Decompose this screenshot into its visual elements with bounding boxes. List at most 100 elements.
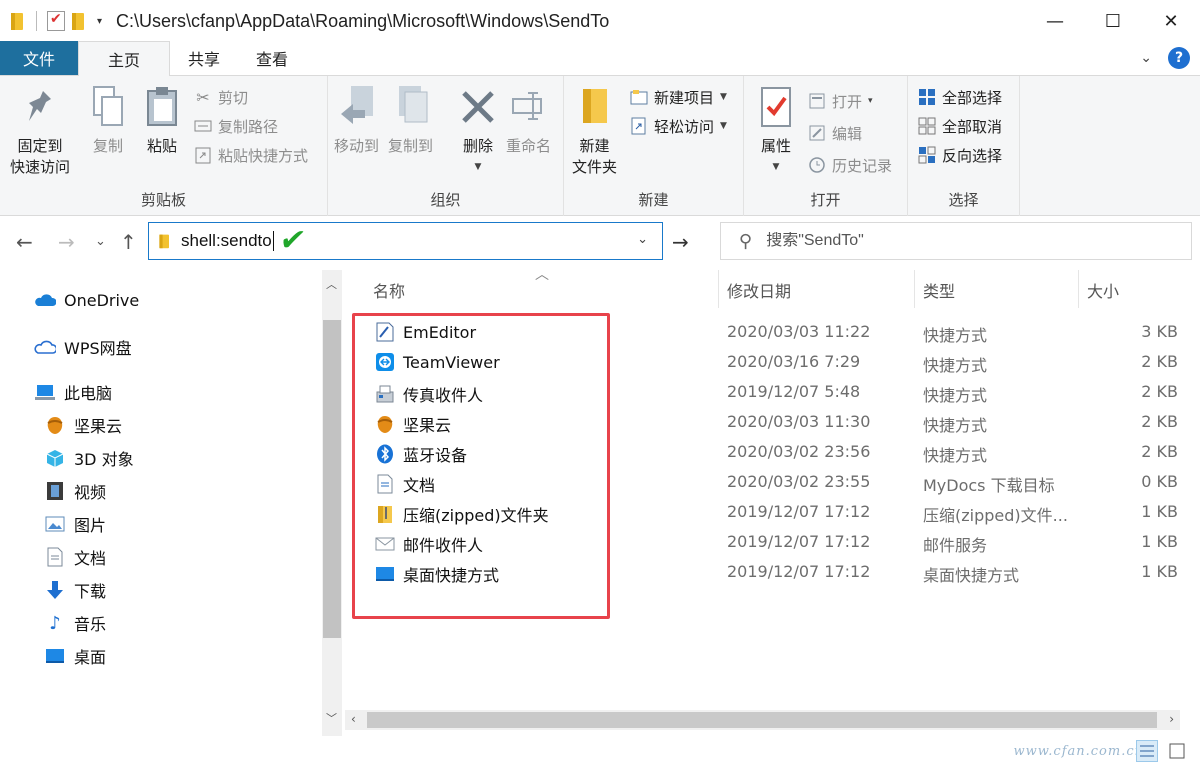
scroll-down-arrow-icon[interactable]: ﹀ <box>326 710 337 726</box>
navigation-bar: ← → ⌄ ↑ shell:sendto ✔ ⌄ → ⚲ <box>0 216 1200 270</box>
column-divider[interactable] <box>718 270 719 308</box>
cut-button[interactable]: ✂ 剪切 <box>194 84 248 110</box>
go-arrow-icon[interactable]: → <box>672 230 689 254</box>
open-icon <box>808 92 826 110</box>
folder-icon <box>159 233 172 249</box>
nav-item-documents[interactable]: 文档 <box>44 545 106 569</box>
copy-icon <box>88 82 128 132</box>
file-list-horizontal-scrollbar[interactable]: ‹ › <box>345 710 1180 730</box>
select-all-button[interactable]: 全部选择 <box>918 84 1002 110</box>
open-button[interactable]: 打开 ▾ <box>808 88 873 114</box>
new-group-label: 新建 <box>638 191 669 209</box>
nut-icon <box>44 415 66 435</box>
delete-x-icon <box>458 82 498 132</box>
search-box[interactable]: ⚲ <box>720 222 1192 260</box>
large-icons-view-button[interactable] <box>1166 740 1188 762</box>
recent-locations-chevron-down-icon[interactable]: ⌄ <box>95 234 106 249</box>
picture-icon <box>44 514 66 534</box>
maximize-button[interactable]: ☐ <box>1084 0 1142 42</box>
paste-button[interactable]: 粘贴 <box>142 82 182 157</box>
tab-view[interactable]: 查看 <box>238 41 306 75</box>
nav-item-music[interactable]: ♪ 音乐 <box>44 611 106 635</box>
status-bar: www.cfan.com.cn <box>0 736 1200 766</box>
customize-toolbar-chevron-down-icon[interactable]: ▾ <box>97 16 102 27</box>
copy-button[interactable]: 复制 <box>88 82 128 157</box>
navigation-pane-scrollbar[interactable]: ︿ ﹀ <box>322 270 342 736</box>
delete-button[interactable]: 删除 ▼ <box>458 82 498 178</box>
open-chevron-down-icon: ▾ <box>868 96 873 106</box>
new-item-button[interactable]: 新建项目 ▼ <box>630 84 727 110</box>
easy-access-button[interactable]: 轻松访问 ▼ <box>630 113 727 139</box>
back-arrow-icon[interactable]: ← <box>16 230 33 254</box>
quick-access-toolbar: ✔ ▾ <box>0 11 102 31</box>
address-bar[interactable]: shell:sendto ✔ ⌄ <box>148 222 663 260</box>
scrollbar-thumb[interactable] <box>367 712 1157 728</box>
new-folder-button[interactable]: 新建 文件夹 <box>572 82 617 178</box>
nav-item-videos[interactable]: 视频 <box>44 479 106 503</box>
ribbon: 固定到 快速访问 复制 粘贴 ✂ 剪切 复制路径 粘贴快捷方式 剪贴板 移动到 … <box>0 76 1200 216</box>
cube-icon <box>44 448 66 468</box>
clipboard-group: 固定到 快速访问 复制 粘贴 ✂ 剪切 复制路径 粘贴快捷方式 剪贴板 <box>0 76 328 216</box>
paste-shortcut-button[interactable]: 粘贴快捷方式 <box>194 142 308 168</box>
nav-item-this-pc[interactable]: 此电脑 <box>34 380 112 404</box>
properties-chevron-down-icon[interactable]: ▼ <box>773 157 780 178</box>
address-input[interactable]: shell:sendto <box>181 231 272 251</box>
tab-file[interactable]: 文件 <box>0 41 78 75</box>
minimize-button[interactable]: — <box>1026 0 1084 42</box>
open-group-label: 打开 <box>810 191 841 209</box>
nav-item-jianguoyun[interactable]: 坚果云 <box>44 413 122 437</box>
tab-home[interactable]: 主页 <box>78 41 170 76</box>
organize-group: 移动到 复制到 删除 ▼ 重命名 组织 <box>328 76 564 216</box>
column-header-type[interactable]: 类型 <box>923 278 955 302</box>
delete-chevron-down-icon[interactable]: ▼ <box>475 157 482 178</box>
address-history-chevron-down-icon[interactable]: ⌄ <box>637 232 648 247</box>
close-button[interactable]: ✕ <box>1142 0 1200 42</box>
rename-icon <box>509 82 549 132</box>
tab-share[interactable]: 共享 <box>170 41 238 75</box>
up-arrow-icon[interactable]: ↑ <box>120 230 137 254</box>
move-to-button[interactable]: 移动到 <box>334 82 379 157</box>
edit-icon <box>808 124 826 142</box>
properties-icon[interactable]: ✔ <box>47 11 65 31</box>
history-button[interactable]: 历史记录 <box>808 152 892 178</box>
select-none-button[interactable]: 全部取消 <box>918 113 1002 139</box>
scroll-up-arrow-icon[interactable]: ︿ <box>326 276 337 292</box>
cloud-icon <box>34 290 56 310</box>
copy-path-button[interactable]: 复制路径 <box>194 113 278 139</box>
column-header-date[interactable]: 修改日期 <box>727 278 791 302</box>
copy-to-button[interactable]: 复制到 <box>388 82 433 157</box>
column-divider[interactable] <box>914 270 915 308</box>
search-input[interactable] <box>766 232 1147 250</box>
nav-item-pictures[interactable]: 图片 <box>44 512 106 536</box>
nav-item-desktop[interactable]: 桌面 <box>44 644 106 668</box>
edit-button[interactable]: 编辑 <box>808 120 862 146</box>
details-view-button[interactable] <box>1136 740 1158 762</box>
nav-item-wps[interactable]: WPS网盘 <box>34 335 132 359</box>
paste-shortcut-icon <box>194 146 212 164</box>
help-icon[interactable]: ? <box>1168 47 1190 69</box>
column-header-name[interactable]: 名称 <box>373 278 405 302</box>
film-icon <box>44 481 66 501</box>
forward-arrow-icon[interactable]: → <box>58 230 75 254</box>
new-folder-icon <box>575 82 615 132</box>
properties-button[interactable]: 属性 ▼ <box>756 82 796 178</box>
pin-quick-access-button[interactable]: 固定到 快速访问 <box>10 82 70 178</box>
column-divider[interactable] <box>1078 270 1079 308</box>
scroll-right-arrow-icon[interactable]: › <box>1169 712 1174 726</box>
move-to-icon <box>337 82 377 132</box>
copy-to-icon <box>391 82 431 132</box>
nav-item-downloads[interactable]: 下载 <box>44 578 106 602</box>
rename-button[interactable]: 重命名 <box>506 82 551 157</box>
scrollbar-thumb[interactable] <box>323 320 341 638</box>
green-check-icon: ✔ <box>276 223 309 258</box>
clipboard-group-label: 剪贴板 <box>140 191 186 209</box>
desktop-icon <box>44 646 66 666</box>
easy-access-chevron-down-icon: ▼ <box>720 121 727 131</box>
expand-ribbon-chevron-icon[interactable]: ⌄ <box>1140 50 1152 66</box>
nav-item-onedrive[interactable]: OneDrive <box>34 290 139 310</box>
invert-selection-button[interactable]: 反向选择 <box>918 142 1002 168</box>
column-header-size[interactable]: 大小 <box>1087 278 1119 302</box>
new-folder-icon[interactable] <box>71 11 87 31</box>
scroll-left-arrow-icon[interactable]: ‹ <box>351 712 356 726</box>
nav-item-3d-objects[interactable]: 3D 对象 <box>44 446 134 470</box>
